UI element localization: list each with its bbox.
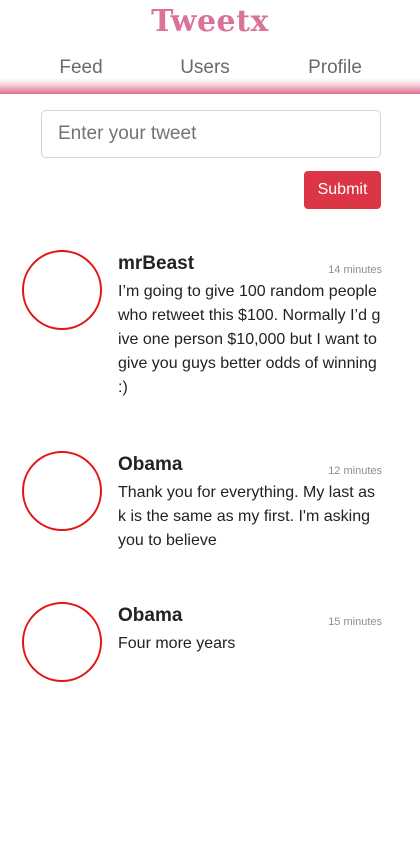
tab-users[interactable]: Users (170, 57, 240, 83)
avatar[interactable] (22, 451, 102, 531)
tweet-time: 12 minutes (328, 465, 382, 477)
avatar[interactable] (22, 250, 102, 330)
app-logo[interactable]: Tweetx (0, 4, 420, 39)
tweet-author[interactable]: Obama (118, 605, 182, 627)
tweet-text: I’m going to give 100 random people who … (118, 283, 381, 396)
tweet-text: Thank you for everything. My last ask is… (118, 484, 375, 549)
tweet-time: 15 minutes (328, 616, 382, 628)
avatar[interactable] (22, 602, 102, 682)
tweet-time: 14 minutes (328, 264, 382, 276)
tab-profile[interactable]: Profile (300, 57, 370, 83)
tweet-author[interactable]: Obama (118, 454, 182, 476)
tweet-author[interactable]: mrBeast (118, 253, 194, 275)
tweet-text: Four more years (118, 635, 236, 652)
tab-feed[interactable]: Feed (50, 57, 112, 83)
top-header: Tweetx Feed Users Profile (0, 0, 420, 94)
submit-button[interactable]: Submit (304, 171, 381, 209)
tweet-input[interactable] (41, 110, 381, 158)
